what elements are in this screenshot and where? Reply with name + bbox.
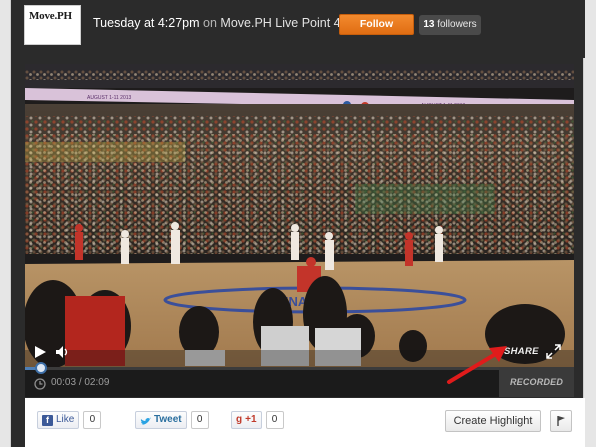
volume-icon[interactable] <box>55 345 71 359</box>
like-label: Like <box>56 414 75 425</box>
post-meta: Tuesday at 4:27pm on Move.PH Live Point … <box>93 16 341 34</box>
channel-logo-text: Move.PH <box>29 10 72 22</box>
progress-bar[interactable] <box>25 362 574 374</box>
twitter-tweet: Tweet 0 <box>135 411 209 429</box>
followers-label: followers <box>437 19 477 30</box>
recorded-live-badge: RECORDED LIVE <box>499 367 574 397</box>
flag-icon <box>557 416 565 426</box>
channel-name[interactable]: Move.PH Live Point 4 <box>220 16 340 30</box>
twitter-bird-icon <box>140 416 151 425</box>
tweet-button[interactable]: Tweet <box>135 411 187 429</box>
duration: 02:09 <box>84 377 110 388</box>
google-plus-button[interactable]: g +1 <box>231 411 262 429</box>
follow-button[interactable]: Follow <box>339 14 414 35</box>
on-word: on <box>203 16 217 30</box>
page-right-gutter <box>584 0 596 447</box>
google-plus-label: +1 <box>245 414 257 425</box>
video-frame: AUGUST 1-11 2013 AUGUST 1-11 2013 ARENA <box>25 64 574 367</box>
share-button[interactable]: SHARE <box>504 346 539 357</box>
banner-text-left: AUGUST 1-11 2013 <box>87 95 132 101</box>
post-card: Move.PH Tuesday at 4:27pm on Move.PH Liv… <box>10 0 585 447</box>
like-count: 0 <box>83 411 102 429</box>
video-time: 00:03 / 02:09 <box>51 377 109 388</box>
facebook-like: f Like 0 <box>37 411 102 429</box>
current-time: 00:03 <box>51 377 77 388</box>
channel-logo[interactable]: Move.PH <box>24 5 81 45</box>
followers-count: 13 <box>423 19 435 30</box>
facebook-like-button[interactable]: f Like <box>37 411 80 429</box>
followers-badge[interactable]: 13 followers <box>419 15 481 35</box>
video-player[interactable]: AUGUST 1-11 2013 AUGUST 1-11 2013 ARENA <box>25 64 574 397</box>
google-plus-count: 0 <box>265 411 284 429</box>
fullscreen-icon[interactable] <box>546 344 561 359</box>
clock-icon <box>34 377 46 390</box>
post-time[interactable]: Tuesday at 4:27pm <box>93 16 200 30</box>
facebook-icon: f <box>42 414 53 426</box>
flag-button[interactable] <box>550 410 572 432</box>
play-icon[interactable] <box>33 345 47 359</box>
time-separator: / <box>78 377 82 388</box>
tweet-label: Tweet <box>154 414 182 425</box>
google-plus-one: g +1 0 <box>231 411 284 429</box>
share-bar: f Like 0 Tweet 0 g +1 0 Create Highlight <box>25 398 585 447</box>
create-highlight-button[interactable]: Create Highlight <box>445 410 541 432</box>
google-plus-icon: g <box>236 414 243 425</box>
tweet-count: 0 <box>190 411 209 429</box>
post-header: Move.PH Tuesday at 4:27pm on Move.PH Liv… <box>11 0 585 58</box>
